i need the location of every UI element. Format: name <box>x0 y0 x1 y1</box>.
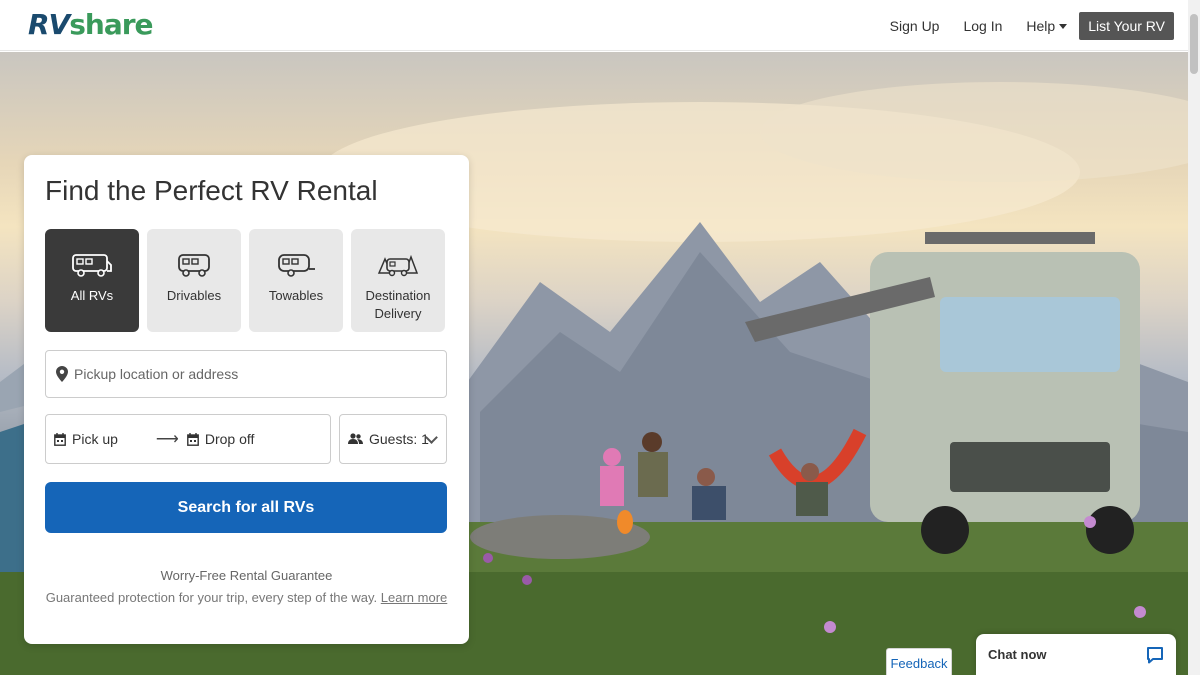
guests-selector[interactable]: Guests: 1 <box>339 414 447 464</box>
page-scrollbar[interactable] <box>1188 0 1200 675</box>
rv-type-all-rvs[interactable]: All RVs <box>45 229 139 332</box>
rv-type-towables[interactable]: Towables <box>249 229 343 332</box>
calendar-icon <box>186 432 199 446</box>
guarantee-title: Worry-Free Rental Guarantee <box>160 568 333 583</box>
search-card-title: Find the Perfect RV Rental <box>45 175 378 206</box>
rv-type-label: All RVs <box>70 288 114 303</box>
users-icon <box>348 433 363 444</box>
date-range-picker[interactable]: Pick up ⟶ Drop off <box>45 414 331 464</box>
feedback-tab[interactable]: Feedback <box>886 648 952 675</box>
learn-more-link[interactable]: Learn more <box>381 590 447 605</box>
chat-now-label: Chat now <box>988 647 1047 662</box>
dropoff-date-field[interactable]: Drop off <box>186 431 255 447</box>
drivable-rv-icon <box>178 254 210 277</box>
logo-rv-text: RV <box>28 8 70 41</box>
map-pin-icon <box>56 366 68 382</box>
pickup-location-field[interactable] <box>45 350 447 398</box>
help-menu[interactable]: Help <box>1026 18 1068 34</box>
guests-value: Guests: 1 <box>369 431 429 447</box>
calendar-icon <box>54 432 66 446</box>
dropoff-date-label: Drop off <box>204 431 255 447</box>
pickup-date-label: Pick up <box>72 431 118 447</box>
chat-bubble-icon <box>1147 646 1163 663</box>
site-header: RVshare Sign Up Log In Help List Your RV <box>0 0 1188 51</box>
rv-type-destination-delivery[interactable]: Destination Delivery <box>351 229 445 332</box>
rv-type-label: Destination Delivery <box>365 288 431 321</box>
destination-delivery-icon <box>377 254 419 277</box>
pickup-location-input[interactable] <box>74 366 434 382</box>
rv-type-label: Drivables <box>166 288 222 303</box>
help-label: Help <box>1026 18 1056 34</box>
logo-share-text: share <box>69 8 153 41</box>
scrollbar-thumb[interactable] <box>1190 14 1198 74</box>
chat-widget[interactable]: Chat now <box>976 634 1176 675</box>
all-rvs-icon <box>72 254 112 277</box>
pickup-date-field[interactable]: Pick up <box>54 431 118 447</box>
sign-up-link[interactable]: Sign Up <box>890 18 940 34</box>
search-button[interactable]: Search for all RVs <box>45 482 447 533</box>
rv-type-label: Towables <box>268 288 324 303</box>
guarantee-description: Guaranteed protection for your trip, eve… <box>24 590 469 605</box>
rv-type-selector: All RVs Drivables Towables Destination D… <box>45 229 445 332</box>
rvshare-logo[interactable]: RVshare <box>28 7 154 43</box>
arrow-right-icon: ⟶ <box>155 431 179 448</box>
search-card: Find the Perfect RV Rental All RVs Driva… <box>24 155 469 644</box>
list-your-rv-button[interactable]: List Your RV <box>1079 12 1174 40</box>
rv-type-drivables[interactable]: Drivables <box>147 229 241 332</box>
log-in-link[interactable]: Log In <box>963 18 1002 34</box>
towable-trailer-icon <box>278 254 315 277</box>
guarantee-text: Guaranteed protection for your trip, eve… <box>45 590 378 605</box>
caret-down-icon <box>1059 23 1068 29</box>
top-nav: Sign Up Log In Help List Your RV <box>890 12 1174 40</box>
